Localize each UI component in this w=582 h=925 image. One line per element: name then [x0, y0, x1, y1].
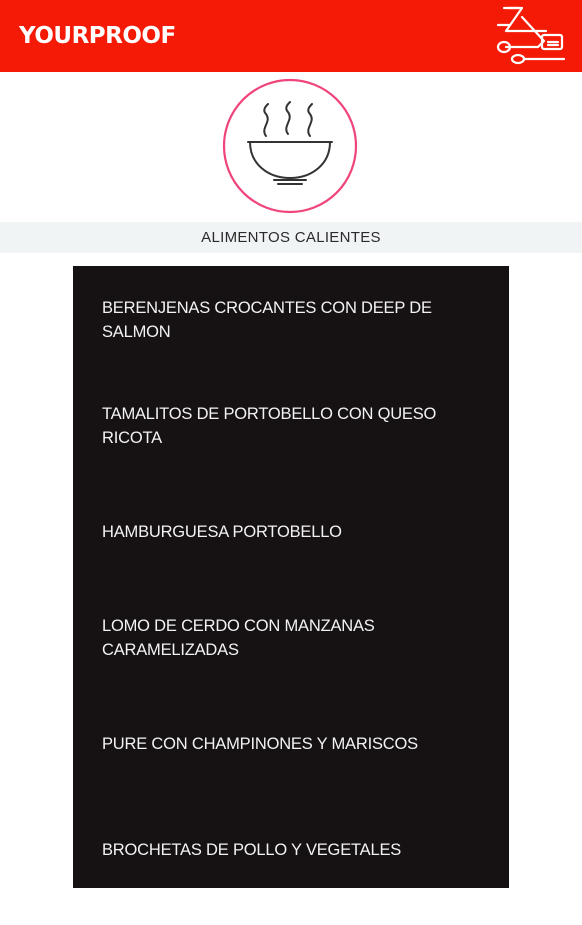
- app-bar: YOURPROOF: [0, 0, 582, 72]
- dish-name: BERENJENAS CROCANTES CON DEEP DE SALMON: [102, 299, 432, 341]
- dish-list: BERENJENAS CROCANTES CON DEEP DE SALMON …: [73, 266, 509, 888]
- dish-name: HAMBURGUESA PORTOBELLO: [102, 523, 342, 541]
- dish-item-berenjenas[interactable]: BERENJENAS CROCANTES CON DEEP DE SALMON: [73, 266, 509, 372]
- dish-name: BROCHETAS DE POLLO Y VEGETALES: [102, 841, 402, 859]
- dish-name: TAMALITOS DE PORTOBELLO CON QUESO RICOTA: [102, 405, 437, 447]
- dish-name: PURE CON CHAMPINONES Y MARISCOS: [102, 735, 418, 753]
- dish-item-pure[interactable]: PURE CON CHAMPINONES Y MARISCOS: [73, 690, 509, 796]
- app-title: YOURPROOF: [19, 23, 176, 49]
- dish-item-tamalitos[interactable]: TAMALITOS DE PORTOBELLO CON QUESO RICOTA: [73, 372, 509, 478]
- utensils-menu-icon[interactable]: [492, 5, 570, 67]
- category-header: ALIMENTOS CALIENTES: [0, 222, 582, 253]
- dish-item-hamburguesa[interactable]: HAMBURGUESA PORTOBELLO: [73, 478, 509, 584]
- category-title: ALIMENTOS CALIENTES: [201, 229, 381, 246]
- dish-item-lomo[interactable]: LOMO DE CERDO CON MANZANAS CARAMELIZADAS: [73, 584, 509, 690]
- dish-item-brochetas[interactable]: BROCHETAS DE POLLO Y VEGETALES: [73, 796, 509, 902]
- hot-bowl-icon: [222, 78, 358, 214]
- dish-name: LOMO DE CERDO CON MANZANAS CARAMELIZADAS: [102, 617, 375, 659]
